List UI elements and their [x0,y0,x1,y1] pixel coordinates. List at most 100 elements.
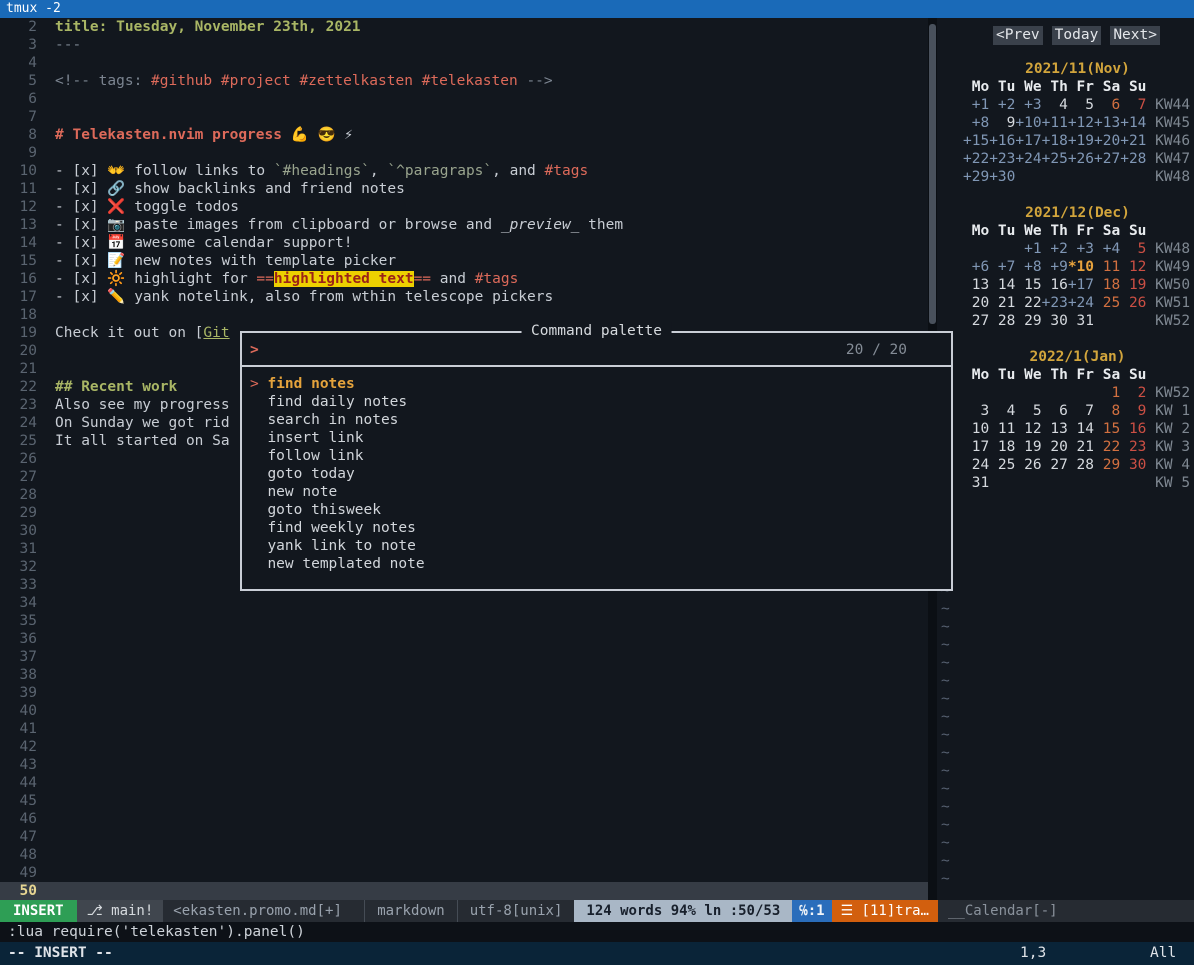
calendar-day[interactable]: +22 [963,151,989,167]
calendar-day[interactable]: 7 [1068,403,1094,419]
calendar-day[interactable]: 22 [1094,439,1120,455]
calendar-day[interactable]: 12 [1015,421,1041,437]
calendar-day[interactable]: 21 [989,295,1015,311]
palette-prompt-row[interactable]: > 20 / 20 [242,333,951,367]
calendar-day[interactable]: 8 [1094,403,1120,419]
calendar-day[interactable]: +21 [1120,133,1146,149]
calendar-day[interactable]: 28 [989,313,1015,329]
editor-line[interactable]: 41 [0,720,928,738]
calendar-day[interactable]: 5 [1120,241,1146,257]
calendar-day[interactable]: +4 [1094,241,1120,257]
calendar-day[interactable]: 19 [1015,439,1041,455]
editor-line[interactable]: 34 [0,594,928,612]
calendar-day[interactable]: 12 [1120,259,1146,275]
calendar-day[interactable]: 16 [1120,421,1146,437]
calendar-day[interactable]: 31 [963,475,989,491]
calendar-day[interactable]: +24 [1015,151,1041,167]
calendar-day[interactable]: 29 [1094,457,1120,473]
editor-line[interactable]: 9 [0,144,928,162]
next-button[interactable]: Next> [1110,26,1160,45]
editor-line[interactable]: 13- [x] 📷 paste images from clipboard or… [0,216,928,234]
calendar-day[interactable]: +1 [963,97,989,113]
palette-item[interactable]: goto thisweek [250,501,951,519]
calendar-day[interactable]: 31 [1068,313,1094,329]
calendar-day[interactable]: 27 [963,313,989,329]
calendar-day[interactable]: 18 [989,439,1015,455]
calendar-day[interactable]: +24 [1068,295,1094,311]
calendar-day[interactable]: +30 [989,169,1015,185]
editor-line[interactable]: 8# Telekasten.nvim progress 💪 😎 ⚡ [0,126,928,144]
calendar-day[interactable]: 20 [963,295,989,311]
command-line[interactable]: :lua require('telekasten').panel() [0,922,1194,942]
calendar-day[interactable]: 2 [1120,385,1146,401]
calendar-day[interactable]: 9 [989,115,1015,131]
calendar-day[interactable]: +10 [1015,115,1041,131]
palette-item[interactable]: yank link to note [250,537,951,555]
editor-line[interactable]: 2title: Tuesday, November 23th, 2021 [0,18,928,36]
calendar-day[interactable]: 17 [963,439,989,455]
calendar-day[interactable]: 28 [1068,457,1094,473]
calendar-day[interactable]: +3 [1015,97,1041,113]
calendar-day[interactable]: 24 [963,457,989,473]
today-button[interactable]: Today [1052,26,1102,45]
calendar-day[interactable]: +7 [989,259,1015,275]
calendar-day[interactable]: 25 [989,457,1015,473]
palette-item[interactable]: new templated note [250,555,951,573]
calendar-day[interactable]: 11 [1094,259,1120,275]
calendar-day[interactable]: +18 [1042,133,1068,149]
editor-line[interactable]: 6 [0,90,928,108]
calendar-day[interactable]: 6 [1094,97,1120,113]
calendar-day[interactable]: 3 [963,403,989,419]
editor-line[interactable]: 35 [0,612,928,630]
calendar-day[interactable]: +23 [989,151,1015,167]
calendar-day[interactable]: 19 [1120,277,1146,293]
editor-line[interactable]: 3--- [0,36,928,54]
palette-item[interactable]: follow link [250,447,951,465]
editor-line[interactable]: 44 [0,774,928,792]
calendar-day[interactable]: 26 [1120,295,1146,311]
calendar-day[interactable]: +3 [1068,241,1094,257]
calendar-day[interactable]: 21 [1068,439,1094,455]
editor-line[interactable]: 16- [x] 🔆 highlight for ==highlighted te… [0,270,928,288]
editor-line[interactable]: 48 [0,846,928,864]
editor-line[interactable]: 18 [0,306,928,324]
editor-line[interactable]: 11- [x] 🔗 show backlinks and friend note… [0,180,928,198]
calendar-day[interactable]: +8 [963,115,989,131]
calendar-day[interactable]: 9 [1120,403,1146,419]
calendar-day[interactable]: 23 [1120,439,1146,455]
calendar-day[interactable]: 15 [1094,421,1120,437]
calendar-day[interactable]: +1 [1015,241,1041,257]
calendar-day[interactable]: 27 [1042,457,1068,473]
palette-item[interactable]: find weekly notes [250,519,951,537]
editor-line[interactable]: 38 [0,666,928,684]
calendar-day[interactable]: +27 [1094,151,1120,167]
calendar-day[interactable]: 13 [1042,421,1068,437]
editor-line[interactable]: 14- [x] 📅 awesome calendar support! [0,234,928,252]
calendar-day[interactable]: 15 [1015,277,1041,293]
calendar-day[interactable]: 5 [1015,403,1041,419]
editor-line[interactable]: 12- [x] ❌ toggle todos [0,198,928,216]
palette-item[interactable]: new note [250,483,951,501]
calendar-day[interactable]: 16 [1042,277,1068,293]
calendar-day[interactable]: +20 [1094,133,1120,149]
calendar-day[interactable]: +19 [1068,133,1094,149]
calendar-day[interactable]: +6 [963,259,989,275]
palette-item[interactable]: insert link [250,429,951,447]
calendar-day[interactable]: +15 [963,133,989,149]
prev-button[interactable]: <Prev [993,26,1043,45]
palette-item[interactable]: goto today [250,465,951,483]
calendar-day[interactable]: +9 [1042,259,1068,275]
calendar-day[interactable]: +23 [1042,295,1068,311]
calendar-day[interactable]: +12 [1068,115,1094,131]
calendar-day[interactable]: 1 [1094,385,1120,401]
editor-line[interactable]: 45 [0,792,928,810]
calendar-day[interactable]: *10 [1068,259,1094,275]
editor-line[interactable]: 43 [0,756,928,774]
calendar-day[interactable]: +11 [1042,115,1068,131]
editor-line[interactable]: 49 [0,864,928,882]
calendar-day[interactable]: +2 [1042,241,1068,257]
calendar-day[interactable]: +17 [1068,277,1094,293]
editor-line[interactable]: 50 [0,882,928,900]
editor-line[interactable]: 42 [0,738,928,756]
calendar-day[interactable]: +16 [989,133,1015,149]
